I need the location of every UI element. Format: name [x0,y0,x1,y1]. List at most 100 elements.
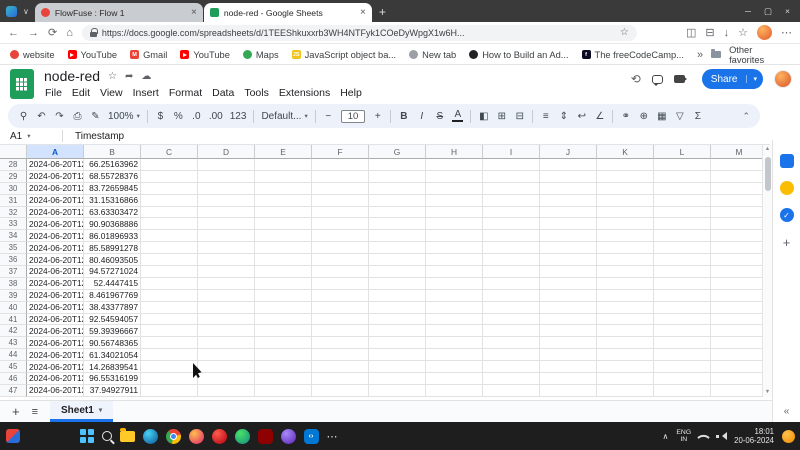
cell[interactable] [426,254,483,266]
cell[interactable] [255,278,312,290]
row-header[interactable]: 28 [0,159,27,171]
cell[interactable] [369,195,426,207]
cell[interactable] [483,266,540,278]
cell[interactable] [255,337,312,349]
decrease-decimals-button[interactable]: .0 [191,111,202,122]
zoom-select[interactable]: 100%▾ [108,111,140,122]
cell[interactable] [711,373,762,385]
file-explorer-icon[interactable] [120,431,135,442]
row-header[interactable]: 45 [0,361,27,373]
cell[interactable] [711,266,762,278]
cell[interactable] [255,207,312,219]
cell[interactable] [141,373,198,385]
cell[interactable] [711,314,762,326]
cell[interactable]: 2024-06-20T12: [27,230,84,242]
merge-cells-button[interactable]: ⊟ [514,111,525,122]
column-header-H[interactable]: H [426,145,483,159]
forward-icon[interactable]: → [28,27,39,39]
cell[interactable]: 2024-06-20T12: [27,314,84,326]
cell[interactable] [369,373,426,385]
opera-icon[interactable] [212,429,227,444]
close-window-button[interactable]: × [785,6,790,16]
cell[interactable] [597,183,654,195]
cell[interactable] [255,349,312,361]
cell[interactable] [597,207,654,219]
search-menus-icon[interactable]: ⚲ [18,111,29,122]
cell[interactable] [654,302,711,314]
menu-tools[interactable]: Tools [239,86,274,100]
downloads-icon[interactable]: ↓ [724,27,730,39]
text-color-button[interactable]: A [452,110,463,122]
cell[interactable] [711,302,762,314]
cell[interactable]: 2024-06-20T12: [27,337,84,349]
sheet-tab-sheet1[interactable]: Sheet1 ▾ [50,401,113,422]
cell[interactable] [540,254,597,266]
cell[interactable] [255,361,312,373]
cell[interactable] [711,325,762,337]
cell[interactable] [141,266,198,278]
cell[interactable] [483,218,540,230]
row-header[interactable]: 44 [0,349,27,361]
cell[interactable]: 68.55728376 [84,171,141,183]
cell[interactable] [255,242,312,254]
bookmark-item[interactable]: How to Build an Ad... [469,50,568,60]
cell[interactable] [198,325,255,337]
cell[interactable] [141,325,198,337]
cell[interactable] [426,314,483,326]
cell[interactable] [312,349,369,361]
paint-format-icon[interactable]: ✎ [90,111,101,122]
cell[interactable] [711,242,762,254]
cell[interactable] [711,230,762,242]
cell[interactable] [540,385,597,397]
scrollbar-thumb[interactable] [765,157,771,191]
start-button[interactable] [80,429,94,443]
cell[interactable] [540,290,597,302]
search-button[interactable] [102,431,112,441]
cell[interactable] [426,207,483,219]
calendar-icon[interactable] [780,154,794,168]
sheet-tab-caret-icon[interactable]: ▾ [99,406,102,414]
cell[interactable] [540,242,597,254]
cell[interactable] [483,230,540,242]
cell[interactable] [198,171,255,183]
network-icon[interactable] [697,431,710,444]
cell[interactable] [711,278,762,290]
bookmark-item[interactable]: website [10,50,55,60]
language-indicator[interactable]: ENG IN [676,429,691,444]
minimize-button[interactable]: ─ [745,6,751,16]
cell[interactable] [198,349,255,361]
cell[interactable] [255,183,312,195]
cell[interactable] [540,373,597,385]
cell[interactable]: 2024-06-20T12: [27,278,84,290]
cell[interactable] [141,337,198,349]
cell[interactable] [369,361,426,373]
cell[interactable] [312,373,369,385]
column-header-F[interactable]: F [312,145,369,159]
cell[interactable] [597,290,654,302]
cell[interactable] [369,337,426,349]
tasks-icon[interactable]: ✓ [780,208,794,222]
bookmark-item[interactable]: New tab [409,50,456,60]
cell[interactable] [540,207,597,219]
cell[interactable] [711,385,762,397]
cell[interactable] [483,242,540,254]
column-header-K[interactable]: K [597,145,654,159]
cell[interactable] [483,254,540,266]
name-box[interactable]: A1 ▾ [0,131,62,142]
cell[interactable] [426,266,483,278]
cell[interactable] [711,218,762,230]
cell[interactable] [597,171,654,183]
cell[interactable] [369,183,426,195]
back-icon[interactable]: ← [8,27,19,39]
cell[interactable] [483,183,540,195]
home-icon[interactable]: ⌂ [66,27,73,39]
widgets-icon[interactable] [6,429,20,443]
cell[interactable] [255,314,312,326]
row-header[interactable]: 30 [0,183,27,195]
cell[interactable] [255,195,312,207]
browser-tab[interactable]: FlowFuse : Flow 1× [35,3,203,22]
cell[interactable] [711,337,762,349]
cell[interactable] [312,325,369,337]
cell[interactable] [369,230,426,242]
cell[interactable] [369,266,426,278]
